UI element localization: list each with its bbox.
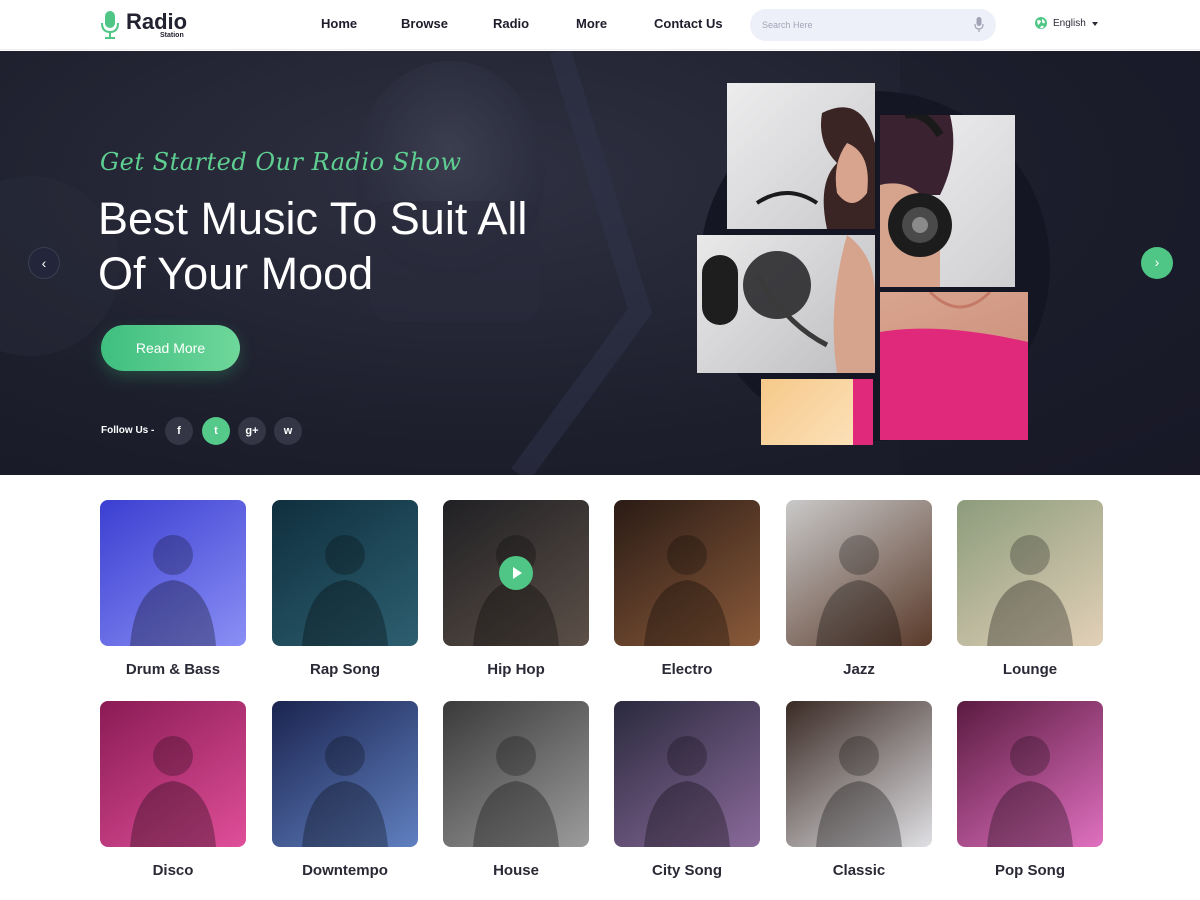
genre-card[interactable]: House: [443, 701, 589, 891]
genre-image[interactable]: [100, 701, 246, 847]
genre-label[interactable]: Jazz: [786, 661, 932, 678]
search-input[interactable]: Search Here: [750, 9, 996, 41]
genre-card[interactable]: Classic: [786, 701, 932, 891]
nav-more[interactable]: More: [576, 0, 607, 50]
genre-image[interactable]: [786, 701, 932, 847]
nav-contact-us[interactable]: Contact Us: [654, 0, 723, 50]
hero-title: Best Music To Suit All Of Your Mood: [98, 191, 618, 301]
genre-card[interactable]: Rap Song: [272, 500, 418, 690]
globe-icon: [1035, 17, 1047, 29]
genre-image[interactable]: [957, 701, 1103, 847]
genre-image[interactable]: [614, 500, 760, 646]
genre-label[interactable]: Lounge: [957, 661, 1103, 678]
genre-image[interactable]: [272, 500, 418, 646]
genre-image[interactable]: [100, 500, 246, 646]
genre-image[interactable]: [443, 701, 589, 847]
genre-card[interactable]: Jazz: [786, 500, 932, 690]
top-header: Radio Station Home Browse Radio More Con…: [0, 0, 1200, 50]
language-label: English: [1053, 18, 1086, 29]
hero-title-line-2: Of Your Mood: [98, 248, 374, 299]
microphone-logo-icon: [101, 11, 119, 39]
google-plus-icon[interactable]: g+: [238, 417, 266, 445]
collage-tile-bottom-left: [761, 379, 873, 445]
genre-label[interactable]: Drum & Bass: [100, 661, 246, 678]
site-logo[interactable]: Radio Station: [100, 8, 200, 42]
genre-image[interactable]: [614, 701, 760, 847]
genre-label[interactable]: Classic: [786, 862, 932, 879]
hero-photo-collage: [695, 83, 1035, 448]
genre-label[interactable]: Downtempo: [272, 862, 418, 879]
voice-search-icon[interactable]: [974, 17, 984, 33]
genre-image[interactable]: [272, 701, 418, 847]
hero-banner: Get Started Our Radio Show Best Music To…: [0, 51, 1200, 475]
genre-image[interactable]: [443, 500, 589, 646]
nav-radio[interactable]: Radio: [493, 0, 529, 50]
genre-label[interactable]: House: [443, 862, 589, 879]
read-more-button[interactable]: Read More: [101, 325, 240, 371]
collage-tile-bottom-right: [880, 292, 1028, 440]
slider-next-button[interactable]: ›: [1141, 247, 1173, 279]
genre-card[interactable]: Electro: [614, 500, 760, 690]
genre-label[interactable]: City Song: [614, 862, 760, 879]
nav-home[interactable]: Home: [321, 0, 357, 50]
genre-label[interactable]: Rap Song: [272, 661, 418, 678]
genre-label[interactable]: Electro: [614, 661, 760, 678]
genre-label[interactable]: Hip Hop: [443, 661, 589, 678]
caret-down-icon: [1092, 22, 1098, 26]
hero-subtitle: Get Started Our Radio Show: [100, 148, 462, 176]
collage-tile-top-right: [880, 115, 1015, 287]
slider-prev-button[interactable]: ‹: [28, 247, 60, 279]
genre-card[interactable]: Lounge: [957, 500, 1103, 690]
whatsapp-icon[interactable]: w: [274, 417, 302, 445]
play-icon[interactable]: [499, 556, 533, 590]
twitter-icon[interactable]: t: [202, 417, 230, 445]
genre-card[interactable]: Drum & Bass: [100, 500, 246, 690]
collage-tile-top-left: [727, 83, 875, 229]
genre-card[interactable]: City Song: [614, 701, 760, 891]
collage-tile-middle-left: [697, 235, 875, 373]
search-placeholder: Search Here: [762, 20, 813, 30]
hero-title-line-1: Best Music To Suit All: [98, 193, 528, 244]
nav-browse[interactable]: Browse: [401, 0, 448, 50]
genre-image[interactable]: [957, 500, 1103, 646]
logo-subtitle: Station: [160, 32, 184, 39]
genre-label[interactable]: Pop Song: [957, 862, 1103, 879]
genre-card[interactable]: Pop Song: [957, 701, 1103, 891]
genre-card[interactable]: Disco: [100, 701, 246, 891]
genre-label[interactable]: Disco: [100, 862, 246, 879]
follow-us-label: Follow Us -: [101, 425, 155, 436]
genre-card[interactable]: Downtempo: [272, 701, 418, 891]
genre-image[interactable]: [786, 500, 932, 646]
facebook-icon[interactable]: f: [165, 417, 193, 445]
genre-card[interactable]: Hip Hop: [443, 500, 589, 690]
